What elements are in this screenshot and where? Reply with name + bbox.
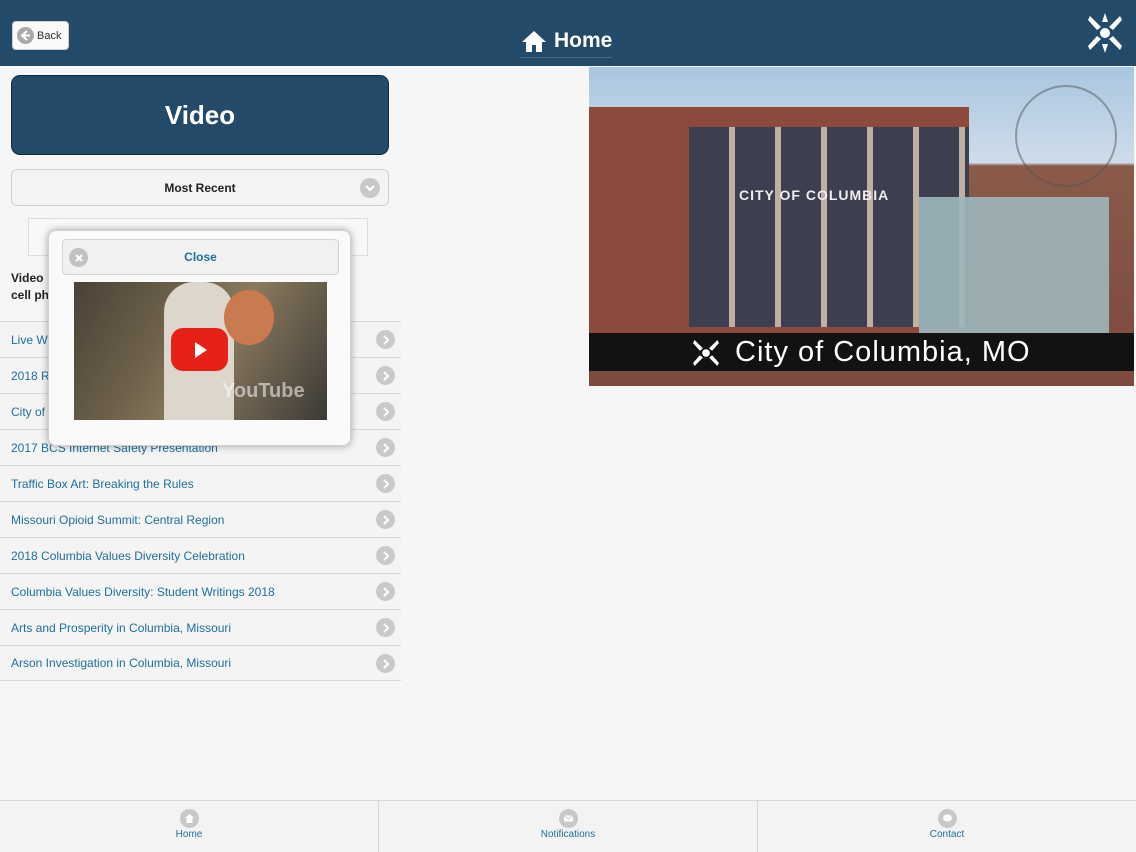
list-item-label: 2018 R: [11, 368, 50, 383]
list-item-label: Traffic Box Art: Breaking the Rules: [11, 476, 194, 491]
page-title[interactable]: Home: [520, 26, 613, 58]
list-item[interactable]: Missouri Opioid Summit: Central Region: [0, 501, 401, 537]
sort-select-value: Most Recent: [164, 180, 236, 195]
chevron-right-icon: [376, 510, 395, 529]
city-logo-icon: [693, 340, 719, 366]
mail-icon: [558, 809, 578, 828]
list-item-label: Columbia Values Diversity: Student Writi…: [11, 584, 275, 599]
bottom-nav: Home Notifications Contact: [0, 800, 1136, 852]
close-label: Close: [184, 250, 217, 264]
tab-notifications[interactable]: Notifications: [379, 801, 758, 852]
chevron-right-icon: [376, 618, 395, 637]
sort-select[interactable]: Most Recent: [11, 169, 389, 206]
list-item-label: 2018 Columbia Values Diversity Celebrati…: [11, 548, 245, 563]
list-item-label: Arson Investigation in Columbia, Missour…: [11, 656, 232, 670]
tab-home[interactable]: Home: [0, 801, 379, 852]
home-icon: [522, 30, 546, 52]
youtube-watermark: YouTube: [222, 380, 305, 402]
chevron-down-icon: [360, 178, 380, 198]
tab-label: Contact: [929, 829, 965, 840]
chevron-right-icon: [376, 474, 395, 493]
chevron-right-icon: [376, 402, 395, 421]
close-icon: [69, 248, 88, 267]
chevron-right-icon: [376, 654, 395, 673]
glass-sculpture: [919, 197, 1109, 347]
back-label: Back: [37, 29, 62, 42]
list-item[interactable]: Arts and Prosperity in Columbia, Missour…: [0, 609, 401, 645]
list-item[interactable]: 2018 Columbia Values Diversity Celebrati…: [0, 537, 401, 573]
city-logo-icon[interactable]: [1086, 12, 1124, 59]
back-button[interactable]: Back: [12, 21, 69, 50]
banner-caption: City of Columbia, MO: [735, 335, 1031, 368]
video-popup: Close YouTube: [48, 230, 351, 446]
list-item[interactable]: Columbia Values Diversity: Student Writi…: [0, 573, 401, 609]
list-item-label: Arts and Prosperity in Columbia, Missour…: [11, 620, 232, 635]
play-button[interactable]: [171, 328, 228, 371]
video-thumbnail-figure: [224, 290, 274, 345]
chevron-right-icon: [376, 366, 395, 385]
tab-label: Home: [175, 829, 203, 840]
chevron-right-icon: [376, 438, 395, 457]
building-sign: CITY OF COLUMBIA: [739, 187, 890, 203]
chevron-right-icon: [376, 582, 395, 601]
banner-caption-strip: City of Columbia, MO: [589, 333, 1134, 371]
chevron-right-icon: [376, 546, 395, 565]
list-item-label: Missouri Opioid Summit: Central Region: [11, 512, 225, 527]
list-item[interactable]: Traffic Box Art: Breaking the Rules: [0, 465, 401, 501]
tab-label: Notifications: [540, 829, 596, 840]
tab-contact[interactable]: Contact: [758, 801, 1136, 852]
close-button[interactable]: Close: [62, 239, 339, 275]
video-player[interactable]: YouTube: [74, 282, 327, 420]
list-item[interactable]: Arson Investigation in Columbia, Missour…: [0, 645, 401, 681]
section-title: Video: [11, 75, 389, 155]
list-item-label: City of: [11, 404, 46, 419]
chat-icon: [937, 809, 957, 828]
section-title-text: Video: [164, 99, 236, 130]
city-hall-banner-image: CITY OF COLUMBIA City of Columbia, MO: [589, 67, 1134, 386]
app-header: Back Home: [0, 0, 1136, 66]
list-item-label: Live W: [11, 332, 48, 347]
city-seal-icon: [1015, 85, 1117, 187]
home-icon: [179, 809, 199, 828]
page-title-text: Home: [554, 28, 613, 52]
play-icon: [194, 341, 207, 358]
back-arrow-icon: [17, 27, 34, 44]
chevron-right-icon: [376, 330, 395, 349]
